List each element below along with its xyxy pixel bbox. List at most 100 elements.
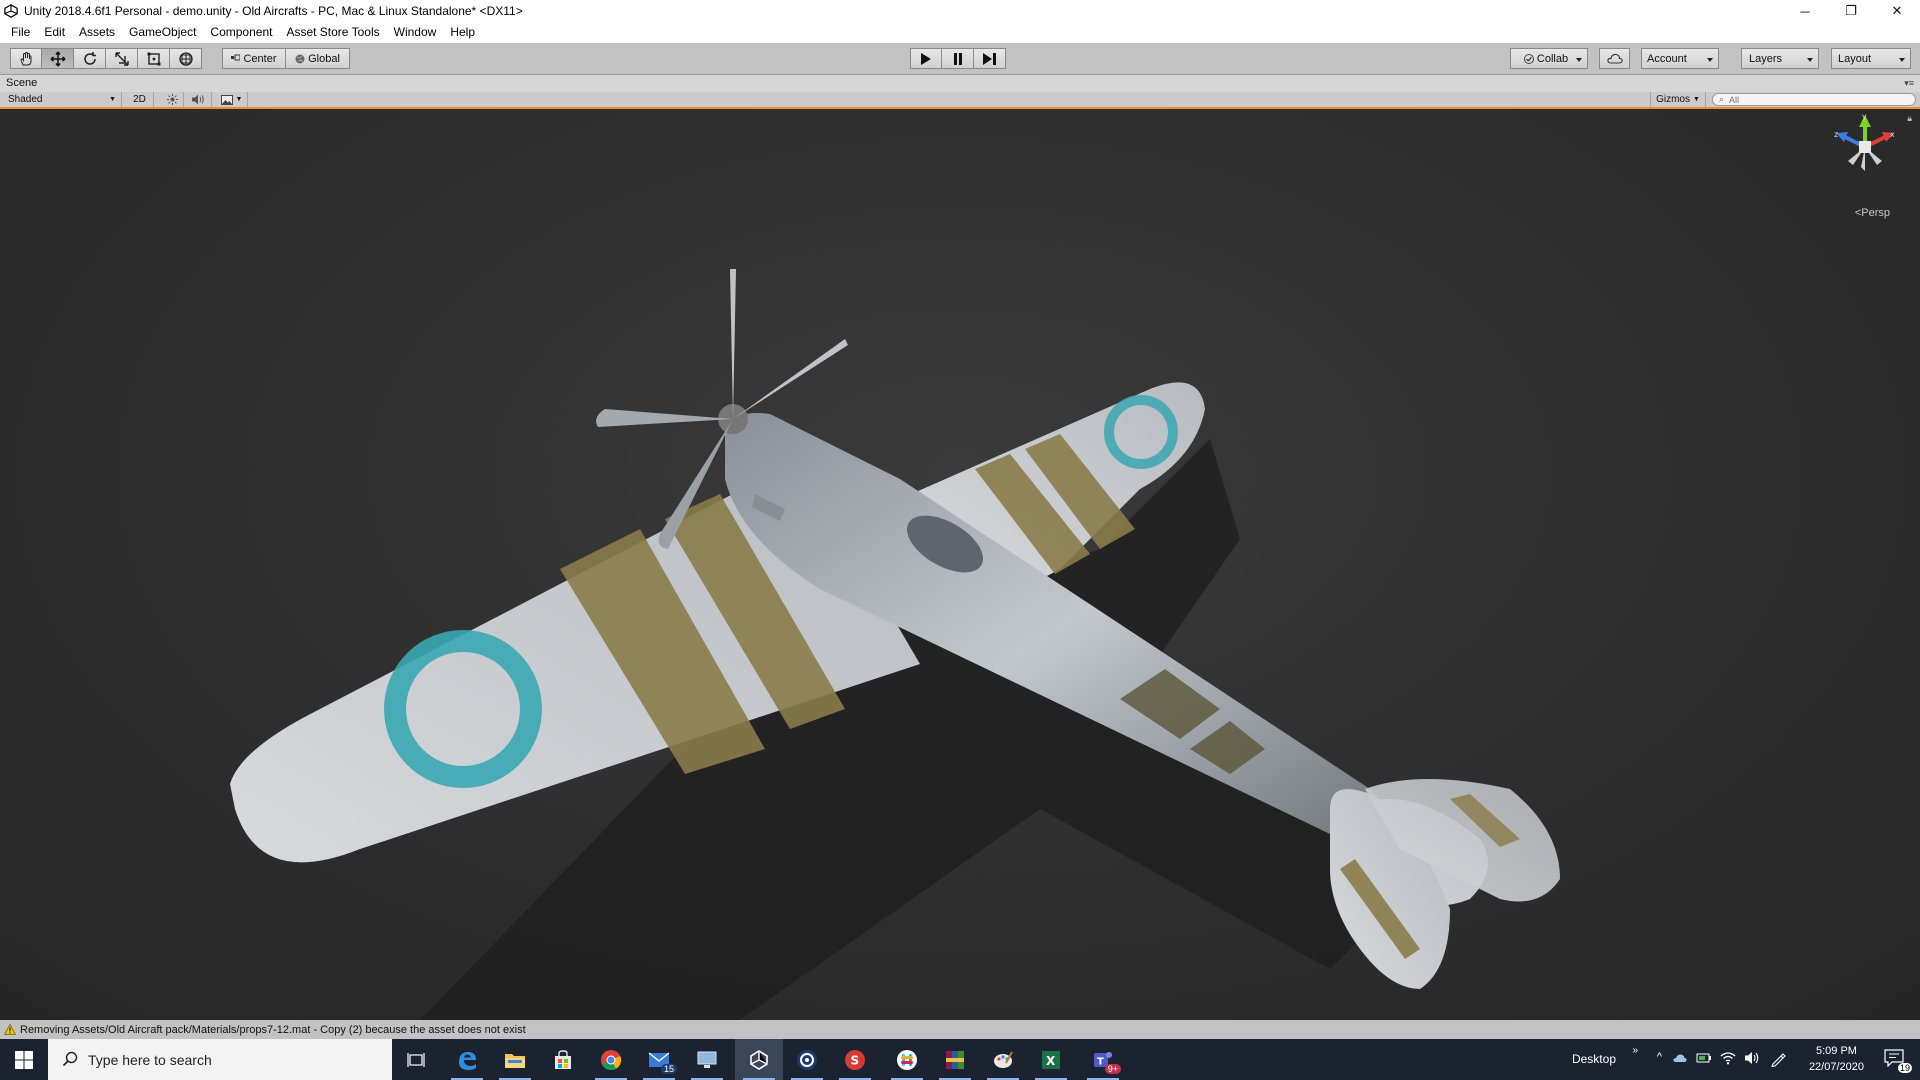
taskbar-winrar[interactable] [931,1039,979,1080]
account-label: Account [1647,52,1687,65]
close-button[interactable]: ✕ [1874,0,1920,22]
menu-help[interactable]: Help [443,22,482,43]
taskbar-chrome[interactable] [587,1039,635,1080]
svg-text:S: S [851,1053,860,1067]
folder-icon [505,1053,525,1068]
pivot-space-button[interactable]: Global [286,48,350,69]
main-toolbar: Center Global Collab Account Layers Layo… [0,43,1920,75]
taskbar-cinema4d[interactable] [783,1039,831,1080]
clock-date: 22/07/2020 [1808,1061,1864,1073]
taskbar-teams[interactable]: T 9+ [1079,1039,1127,1080]
transform-tool-button[interactable] [170,48,202,69]
status-bar[interactable]: Removing Assets/Old Aircraft pack/Materi… [0,1020,1920,1039]
taskbar-substance[interactable]: S [831,1039,879,1080]
minimize-button[interactable]: ─ [1782,0,1828,22]
rotate-tool-button[interactable] [74,48,106,69]
collab-dropdown[interactable]: Collab [1510,48,1588,69]
account-dropdown[interactable]: Account [1641,48,1719,69]
menu-bar: File Edit Assets GameObject Component As… [0,22,1920,43]
monitor-icon [697,1051,717,1068]
menu-file[interactable]: File [4,22,37,43]
scale-icon [114,51,129,66]
rect-tool-button[interactable] [138,48,170,69]
play-button[interactable] [910,48,942,69]
notification-center-button[interactable]: 19 [1884,1049,1912,1073]
step-button[interactable] [974,48,1006,69]
search-icon: ⌕ [1718,94,1724,104]
gizmo-y-label: y [1862,113,1867,121]
notification-count-badge: 19 [1897,1063,1912,1073]
taskbar-slack[interactable] [883,1039,931,1080]
mail-badge: 15 [660,1064,677,1074]
taskbar-edge[interactable] [443,1039,491,1080]
svg-text:T: T [1097,1056,1104,1067]
menu-edit[interactable]: Edit [37,22,72,43]
desktop-toolbar-label[interactable]: Desktop [1572,1052,1616,1066]
scale-tool-button[interactable] [106,48,138,69]
collab-area: Collab [1510,48,1588,69]
hand-tool-button[interactable] [10,48,42,69]
tab-menu-icon[interactable]: ▾≡ [1904,78,1914,89]
task-view-button[interactable] [392,1039,440,1080]
toggle-2d-button[interactable]: 2D [126,92,154,107]
battery-icon[interactable] [1696,1052,1712,1064]
scene-viewport[interactable]: y x z 🔒︎ <Persp [0,109,1920,1020]
shading-mode-dropdown[interactable]: Shaded ▼ [0,92,122,107]
menu-gameobject[interactable]: GameObject [122,22,203,43]
gizmos-label: Gizmos [1656,94,1690,105]
pivot-controls: Center Global [222,48,350,69]
wifi-icon[interactable] [1720,1051,1736,1065]
taskbar-file-explorer[interactable] [491,1039,539,1080]
gizmos-dropdown[interactable]: Gizmos ▼ [1650,92,1706,107]
propeller-blade-1 [596,409,733,427]
image-icon [220,94,233,105]
taskbar-excel[interactable]: X [1027,1039,1075,1080]
cloud-button[interactable] [1599,48,1630,69]
restore-button[interactable]: ❐ [1828,0,1874,22]
pivot-mode-button[interactable]: Center [222,48,286,69]
projection-label: Persp [1861,207,1890,219]
layout-label: Layout [1838,52,1872,65]
move-tool-button[interactable] [42,48,74,69]
layers-label: Layers [1749,52,1783,65]
taskbar-paint[interactable] [979,1039,1027,1080]
pause-button[interactable] [942,48,974,69]
taskbar-unity[interactable] [735,1039,783,1080]
tab-scene[interactable]: Scene [6,77,37,89]
unity-icon [750,1049,768,1070]
sun-icon [167,94,178,105]
checkmark-icon [1523,53,1534,64]
menu-asset-store-tools[interactable]: Asset Store Tools [279,22,386,43]
audio-toggle[interactable] [186,92,212,107]
scene-search-input[interactable] [1712,93,1916,106]
start-button[interactable] [0,1039,48,1080]
lock-icon[interactable]: 🔒︎ [1907,113,1912,124]
orientation-gizmo[interactable]: y x z [1830,113,1900,183]
pen-icon[interactable] [1770,1051,1786,1067]
chevron-down-icon: ▼ [1692,96,1700,103]
taskbar-store[interactable] [539,1039,587,1080]
menu-component[interactable]: Component [203,22,279,43]
onedrive-cloud-icon[interactable] [1672,1052,1688,1064]
lighting-toggle[interactable] [162,92,184,107]
effects-dropdown[interactable]: ▼ [216,92,248,107]
chrome-icon [601,1049,622,1070]
taskbar-app-generic[interactable] [683,1039,731,1080]
taskbar-search-box[interactable]: Type here to search [48,1039,392,1080]
tray-chevron-up-icon[interactable]: ^ [1657,1051,1662,1063]
toolbar-overflow-icon[interactable]: » [1632,1045,1638,1056]
layout-dropdown[interactable]: Layout [1831,48,1911,69]
taskbar-mail[interactable]: 15 [635,1039,683,1080]
cloud-area [1599,48,1630,69]
cinema4d-icon [797,1049,817,1070]
layers-dropdown[interactable]: Layers [1741,48,1819,69]
windows-taskbar: Type here to search 15 S X T 9+ Desktop … [0,1039,1920,1080]
chevron-down-icon: ▼ [109,96,116,103]
propeller-blade-3 [733,339,848,419]
taskbar-clock[interactable]: 5:09 PM 22/07/2020 [1809,1043,1864,1075]
menu-assets[interactable]: Assets [72,22,122,43]
menu-window[interactable]: Window [387,22,444,43]
projection-toggle[interactable]: <Persp [1855,207,1890,219]
search-icon [62,1051,78,1067]
volume-icon[interactable] [1744,1051,1760,1065]
